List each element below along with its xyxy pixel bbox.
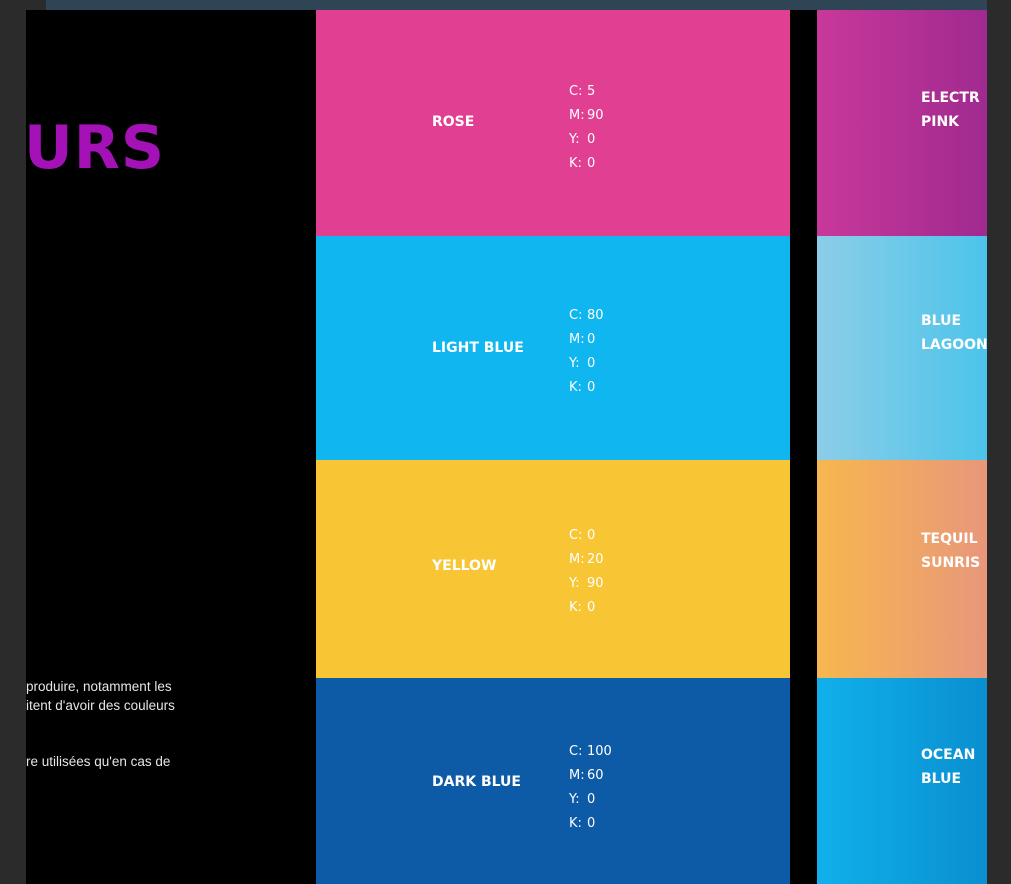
top-bar	[46, 0, 987, 10]
usage-paragraph: re utilisées qu'en cas de	[26, 752, 170, 771]
gradient-swatch-ocean-blue: OCEAN BLUE	[817, 678, 987, 884]
paragraph-line: re utilisées qu'en cas de	[26, 754, 171, 769]
intro-paragraph: produire, notamment les itent d'avoir de…	[26, 677, 175, 715]
gradient-swatch-tequila-sunrise: TEQUIL SUNRIS	[817, 460, 987, 678]
gradient-swatch-electric-pink: ELECTR PINK	[817, 10, 987, 236]
gradient-name: BLUE LAGOON	[921, 313, 987, 353]
swatch-name: YELLOW	[432, 558, 497, 574]
cmyk-m: M: 20	[569, 552, 604, 567]
cmyk-c: C: 80	[569, 308, 604, 323]
gradient-name: ELECTR PINK	[921, 90, 980, 130]
cmyk-c: C: 0	[569, 528, 596, 543]
swatch-name: ROSE	[432, 114, 475, 130]
gradient-name: OCEAN BLUE	[921, 747, 976, 787]
cmyk-c: C: 5	[569, 84, 596, 99]
color-swatch-dark-blue: DARK BLUE C: 100 M: 60 Y: 0 K: 0	[316, 678, 790, 884]
cmyk-values: C: 80 M: 0 Y: 0 K: 0	[569, 304, 604, 400]
cmyk-m: M: 60	[569, 768, 604, 783]
heading-mark: :	[26, 76, 28, 92]
color-swatch-light-blue: LIGHT BLUE C: 80 M: 0 Y: 0 K: 0	[316, 236, 790, 460]
cmyk-values: C: 100 M: 60 Y: 0 K: 0	[569, 740, 612, 836]
document-page: : URS produire, notamment les itent d'av…	[26, 10, 987, 884]
color-swatch-yellow: YELLOW C: 0 M: 20 Y: 90 K: 0	[316, 460, 790, 678]
right-gutter	[987, 0, 1011, 884]
color-swatch-rose: ROSE C: 5 M: 90 Y: 0 K: 0	[316, 10, 790, 236]
cmyk-k: K: 0	[569, 380, 596, 395]
cmyk-y: Y: 0	[569, 792, 596, 807]
cmyk-y: Y: 0	[569, 132, 596, 147]
column-divider	[790, 10, 817, 884]
cmyk-m: M: 90	[569, 108, 604, 123]
swatch-name: LIGHT BLUE	[432, 340, 524, 356]
cmyk-values: C: 0 M: 20 Y: 90 K: 0	[569, 524, 604, 620]
paragraph-line: itent d'avoir des couleurs	[26, 698, 175, 713]
cmyk-y: Y: 90	[569, 576, 604, 591]
cmyk-k: K: 0	[569, 600, 596, 615]
swatch-name: DARK BLUE	[432, 774, 521, 790]
paragraph-line: produire, notamment les	[26, 679, 172, 694]
cmyk-c: C: 100	[569, 744, 612, 759]
cmyk-values: C: 5 M: 90 Y: 0 K: 0	[569, 80, 604, 176]
cmyk-m: M: 0	[569, 332, 596, 347]
cmyk-k: K: 0	[569, 156, 596, 171]
cmyk-k: K: 0	[569, 816, 596, 831]
cmyk-y: Y: 0	[569, 356, 596, 371]
gradient-name: TEQUIL SUNRIS	[921, 531, 981, 571]
gradient-swatch-blue-lagoon: BLUE LAGOON	[817, 236, 987, 460]
page-heading: URS	[26, 113, 166, 183]
